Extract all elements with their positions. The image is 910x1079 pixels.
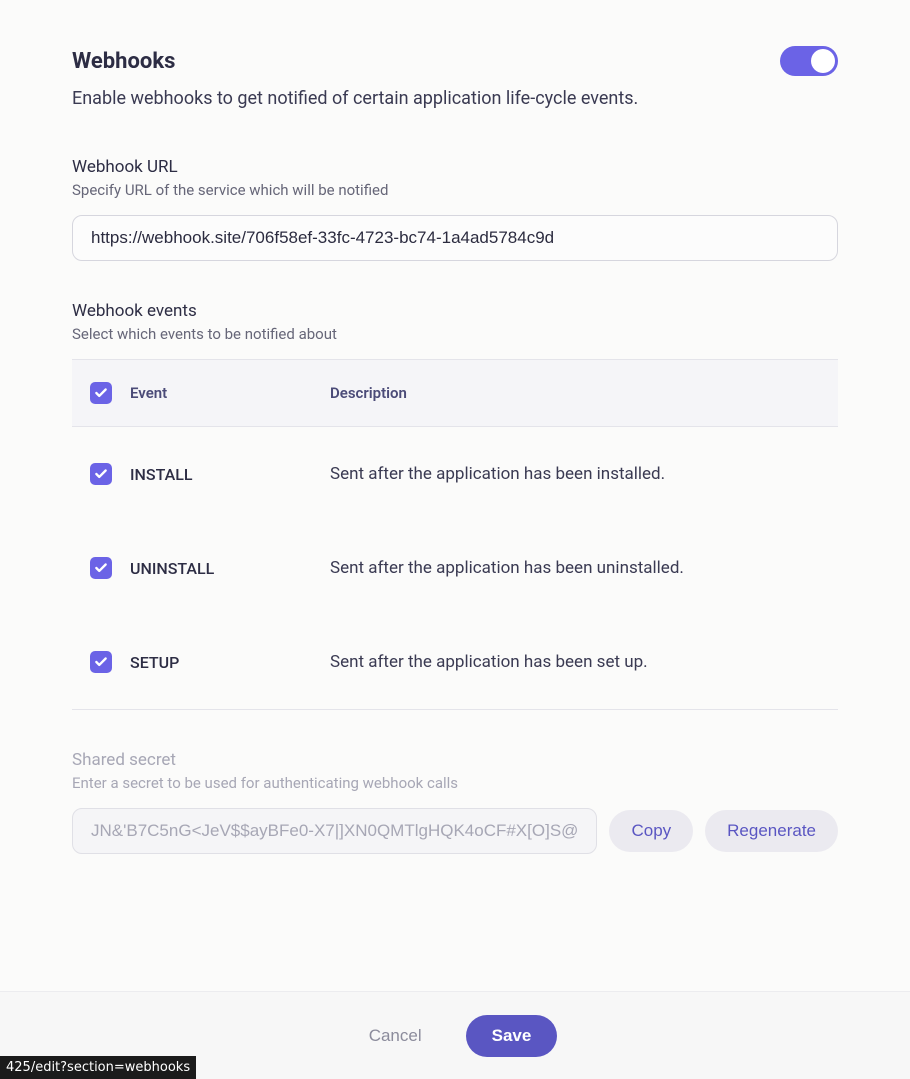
webhook-events-group: Webhook events Select which events to be…	[72, 301, 838, 343]
event-checkbox-uninstall[interactable]	[90, 557, 112, 579]
event-name: INSTALL	[130, 465, 330, 484]
event-description: Sent after the application has been set …	[330, 652, 820, 672]
shared-secret-label: Shared secret	[72, 750, 838, 770]
check-icon	[94, 467, 108, 481]
events-table-header: Event Description	[72, 360, 838, 427]
webhook-url-label: Webhook URL	[72, 157, 838, 177]
webhook-events-help: Select which events to be notified about	[72, 325, 838, 343]
shared-secret-group: Shared secret Enter a secret to be used …	[72, 750, 838, 854]
event-checkbox-install[interactable]	[90, 463, 112, 485]
event-name: SETUP	[130, 653, 330, 672]
event-description: Sent after the application has been unin…	[330, 558, 820, 578]
check-icon	[94, 386, 108, 400]
check-icon	[94, 655, 108, 669]
shared-secret-help: Enter a secret to be used for authentica…	[72, 774, 838, 792]
webhook-url-help: Specify URL of the service which will be…	[72, 181, 838, 199]
cancel-button[interactable]: Cancel	[353, 1016, 438, 1056]
webhook-events-label: Webhook events	[72, 301, 838, 321]
save-button[interactable]: Save	[466, 1015, 558, 1057]
select-all-checkbox[interactable]	[90, 382, 112, 404]
copy-button[interactable]: Copy	[609, 810, 693, 852]
column-header-description: Description	[330, 384, 820, 402]
column-header-event: Event	[130, 384, 330, 402]
enable-webhooks-toggle[interactable]	[780, 46, 838, 76]
table-row: SETUP Sent after the application has bee…	[72, 615, 838, 709]
event-description: Sent after the application has been inst…	[330, 464, 820, 484]
toggle-knob	[811, 49, 835, 73]
regenerate-button[interactable]: Regenerate	[705, 810, 838, 852]
page-subtitle: Enable webhooks to get notified of certa…	[72, 88, 838, 109]
table-row: UNINSTALL Sent after the application has…	[72, 521, 838, 615]
check-icon	[94, 561, 108, 575]
status-url-fragment: 425/edit?section=webhooks	[0, 1056, 196, 1079]
page-title: Webhooks	[72, 49, 175, 74]
webhook-url-group: Webhook URL Specify URL of the service w…	[72, 157, 838, 261]
table-row: INSTALL Sent after the application has b…	[72, 427, 838, 521]
webhook-url-input[interactable]	[72, 215, 838, 261]
event-checkbox-setup[interactable]	[90, 651, 112, 673]
shared-secret-input[interactable]	[72, 808, 597, 854]
event-name: UNINSTALL	[130, 559, 330, 578]
events-table: Event Description INSTALL Sent after the…	[72, 359, 838, 710]
